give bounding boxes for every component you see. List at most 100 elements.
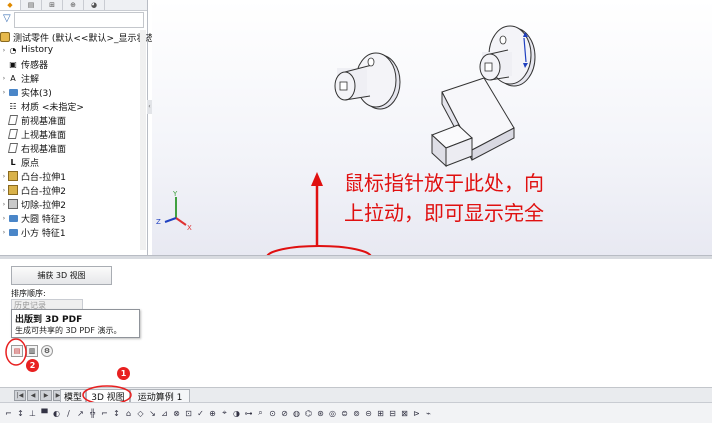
tree-scrollbar[interactable] (140, 30, 146, 250)
toolbar-icon[interactable]: ◎ (327, 407, 338, 419)
part-icon (0, 32, 10, 42)
axis-z-label: Z (156, 218, 161, 226)
toolbar-icon[interactable]: ◍ (291, 407, 302, 419)
next-tab-icon[interactable]: ▶ (40, 390, 52, 401)
annotation-icon: A (10, 73, 16, 83)
toolbar-icon[interactable]: ⊞ (375, 407, 386, 419)
axis-y-label: Y (172, 190, 178, 198)
expand-arrow-icon[interactable]: › (0, 47, 8, 54)
toolbar-icon[interactable]: ◇ (135, 407, 146, 419)
configuration-manager-tab-icon[interactable]: ⊞ (42, 0, 63, 10)
toolbar-icon[interactable]: ⌬ (303, 407, 314, 419)
toolbar-icon[interactable]: ◐ (51, 407, 62, 419)
publish-3d-pdf-tooltip: 出版到 3D PDF 生成可共享的 3D PDF 演示。 (11, 309, 140, 338)
tooltip-title: 出版到 3D PDF (15, 315, 83, 325)
toolbar-icon[interactable]: ∕ (63, 407, 74, 419)
tree-item-top-plane[interactable]: 上视基准面 (0, 127, 147, 141)
toolbar-icon[interactable]: ⊚ (351, 407, 362, 419)
toolbar-icon[interactable]: ⊛ (315, 407, 326, 419)
axis-x-label: X (187, 224, 192, 232)
toolbar-icon[interactable]: ↘ (147, 407, 158, 419)
origin-icon: L (10, 157, 16, 167)
material-icon: ☷ (9, 101, 17, 111)
axis-triad-icon: Y X Z (156, 190, 192, 232)
folder-icon (8, 227, 18, 237)
expand-arrow-icon[interactable]: › (0, 229, 8, 236)
tab-navigation: |◀ ◀ ▶ ▶| (14, 390, 65, 401)
prev-tab-icon[interactable]: ◀ (27, 390, 39, 401)
toolbar-icon[interactable]: ▀ (39, 407, 50, 419)
tree-item-folder-big-circle[interactable]: › 大圆 特征3 (0, 211, 147, 225)
feature-manager-tab-icon[interactable]: ◆ (0, 0, 21, 10)
step-badge-1: 1 (117, 367, 130, 380)
tree-item-origin[interactable]: L 原点 (0, 155, 147, 169)
expand-arrow-icon[interactable]: › (0, 215, 8, 222)
expand-arrow-icon[interactable]: › (0, 173, 8, 180)
tree-item-right-plane[interactable]: 右视基准面 (0, 141, 147, 155)
toolbar-icon[interactable]: ⌐ (3, 407, 14, 419)
toolbar-icon[interactable]: ⌂ (123, 407, 134, 419)
expand-arrow-icon[interactable]: › (0, 187, 8, 194)
tree-item-annotations[interactable]: › A 注解 (0, 71, 147, 85)
property-manager-tab-icon[interactable]: ▤ (21, 0, 42, 10)
plane-icon (7, 115, 19, 125)
toolbar-icon[interactable]: ⊝ (363, 407, 374, 419)
sort-order-label: 排序顺序: (11, 289, 46, 298)
toolbar-icon[interactable]: ⊿ (159, 407, 170, 419)
cut-extrude-icon (8, 199, 18, 209)
boss-extrude-icon (8, 185, 18, 195)
history-icon: ◔ (9, 45, 17, 55)
panel-tabs: ◆ ▤ ⊞ ⊕ ◕ (0, 0, 147, 11)
drag-hint-line-2: 上拉动，即可显示完全 (344, 201, 544, 225)
dimxpert-tab-icon[interactable]: ⊕ (63, 0, 84, 10)
drag-hint-text: 鼠标指针放于此处，向 上拉动，即可显示完全 (344, 168, 614, 228)
flange-part-right (479, 25, 536, 87)
toolbar-icon[interactable]: ⊙ (267, 407, 278, 419)
toolbar-icon[interactable]: ⊟ (387, 407, 398, 419)
toolbar-icon[interactable]: ◑ (231, 407, 242, 419)
filter-icon[interactable]: ▽ (3, 13, 11, 24)
toolbar-icon[interactable]: ↕ (111, 407, 122, 419)
toolbar-icon[interactable]: ↗ (75, 407, 86, 419)
tree-item-history[interactable]: › ◔ History (0, 43, 147, 57)
toolbar-icon[interactable]: ⊳ (411, 407, 422, 419)
toolbar-icon[interactable]: ⌐ (99, 407, 110, 419)
folder-icon (8, 87, 18, 97)
tree-item-cut-extrude2[interactable]: › 切除-拉伸2 (0, 197, 147, 211)
first-tab-icon[interactable]: |◀ (14, 390, 26, 401)
tree-item-material[interactable]: ☷ 材质 <未指定> (0, 99, 147, 113)
toolbar-icon[interactable]: ⊗ (171, 407, 182, 419)
tree-item-front-plane[interactable]: 前视基准面 (0, 113, 147, 127)
toolbar-icon[interactable]: ⌖ (219, 407, 230, 419)
toolbar-icon[interactable]: ⊘ (279, 407, 290, 419)
toolbar-icon[interactable]: ⊕ (207, 407, 218, 419)
tree-item-part[interactable]: 测试零件 (默认<<默认>_显示状态 (0, 30, 155, 44)
toolbar-icon[interactable]: ⌁ (423, 407, 434, 419)
toolbar-icon[interactable]: ⊥ (27, 407, 38, 419)
tree-item-boss-extrude2[interactable]: › 凸台-拉伸2 (0, 183, 147, 197)
display-manager-tab-icon[interactable]: ◕ (84, 0, 105, 10)
filter-input[interactable] (14, 12, 144, 28)
toolbar-icon[interactable]: ⊜ (339, 407, 350, 419)
drag-hint-line-1: 鼠标指针放于此处，向 (344, 171, 544, 195)
plate-part (431, 77, 515, 168)
toolbar-icon[interactable]: ✓ (195, 407, 206, 419)
tree-item-boss-extrude1[interactable]: › 凸台-拉伸1 (0, 169, 147, 183)
tree-item-folder-small-square[interactable]: › 小方 特征1 (0, 225, 147, 239)
toolbar-icon[interactable]: ⊠ (399, 407, 410, 419)
toolbar-icon[interactable]: ⊶ (243, 407, 254, 419)
plane-icon (7, 129, 19, 139)
sensor-icon: ▣ (9, 59, 17, 69)
toolbar-icon[interactable]: ⌕ (255, 407, 266, 419)
tree-item-solid-bodies[interactable]: › 实体(3) (0, 85, 147, 99)
toolbar-icon[interactable]: ↕ (15, 407, 26, 419)
tree-item-sensors[interactable]: ▣ 传感器 (0, 57, 147, 71)
step-badge-2: 2 (26, 359, 39, 372)
flange-part-left (334, 52, 401, 110)
toolbar-icon[interactable]: ⊡ (183, 407, 194, 419)
expand-arrow-icon[interactable]: › (0, 89, 8, 96)
capture-3d-view-button[interactable]: 捕获 3D 视图 (11, 266, 112, 285)
expand-arrow-icon[interactable]: › (0, 201, 8, 208)
expand-arrow-icon[interactable]: › (0, 75, 8, 82)
toolbar-icon[interactable]: ╬ (87, 407, 98, 419)
